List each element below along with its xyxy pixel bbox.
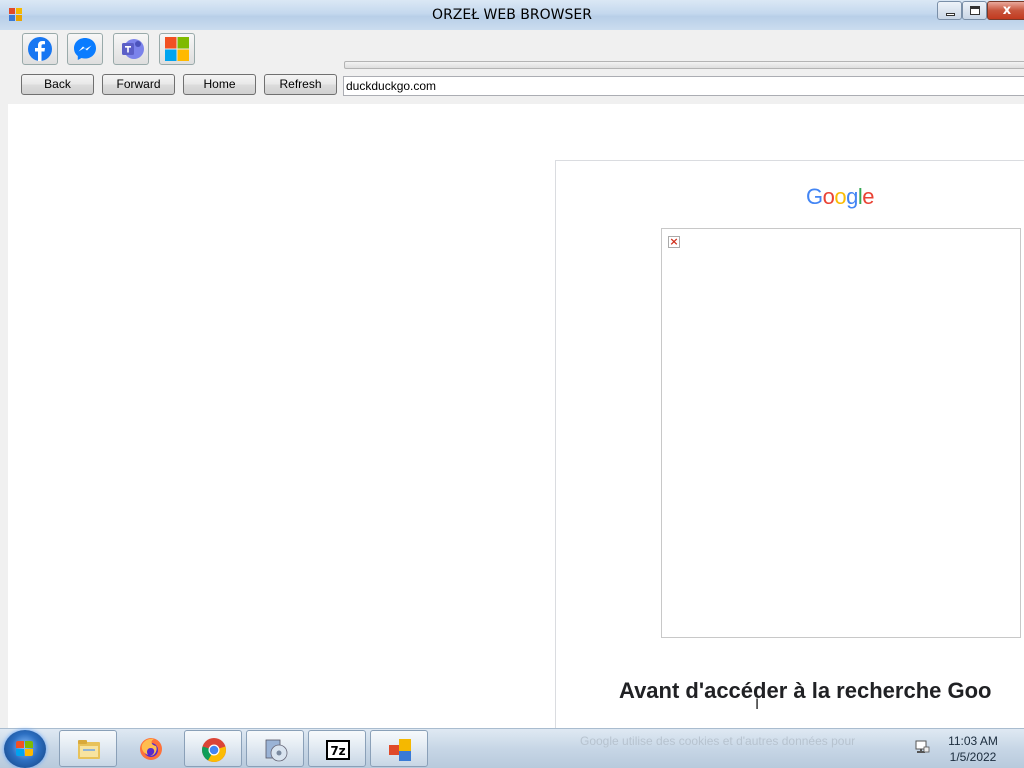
firefox-icon [140, 738, 162, 760]
facebook-icon [28, 37, 52, 61]
logo-letter: o [822, 184, 835, 209]
close-button[interactable]: x [987, 1, 1024, 20]
system-clock[interactable]: 11:03 AM 1/5/2022 [938, 733, 1008, 765]
window-title: ORZEŁ WEB BROWSER [432, 7, 592, 23]
teams-icon [122, 39, 144, 59]
loading-progress-bar [344, 61, 1024, 69]
windows-logo-icon [16, 741, 34, 757]
title-bar[interactable]: ORZEŁ WEB BROWSER x [0, 0, 1024, 30]
faded-background-text: Google utilise des cookies et d'autres d… [580, 734, 856, 748]
taskbar-media-player[interactable] [246, 730, 304, 767]
svg-text:7z: 7z [330, 744, 345, 758]
folder-icon [78, 740, 100, 759]
facebook-button[interactable] [22, 33, 58, 65]
taskbar-7zip[interactable]: 7z [308, 730, 366, 767]
google-logo: Google [806, 184, 875, 210]
broken-image-icon: × [668, 235, 680, 248]
minimize-button[interactable] [937, 1, 962, 20]
teams-button[interactable] [113, 33, 149, 65]
back-button[interactable]: Back [21, 74, 94, 95]
close-icon: x [1002, 3, 1012, 18]
start-button[interactable] [4, 730, 46, 768]
taskbar-chrome[interactable] [184, 730, 242, 767]
logo-letter: o [834, 184, 847, 209]
clock-time: 11:03 AM [948, 734, 998, 748]
messenger-button[interactable] [67, 33, 103, 65]
refresh-button[interactable]: Refresh [264, 74, 337, 95]
browser-window: ORZEŁ WEB BROWSER x Back Forward Home Re… [0, 0, 1024, 728]
home-button[interactable]: Home [183, 74, 256, 95]
taskbar-orzel-browser[interactable] [370, 730, 428, 767]
taskbar-firefox[interactable] [123, 730, 179, 767]
messenger-icon [74, 38, 96, 60]
consent-dialog: Google × Avant d'accéder à la recherche … [555, 160, 1024, 728]
logo-letter: e [862, 184, 875, 209]
orzel-browser-icon [389, 739, 411, 761]
consent-heading: Avant d'accéder à la recherche Goo [619, 678, 992, 703]
microsoft-icon [165, 37, 189, 61]
text-cursor-icon: I [755, 697, 760, 713]
7zip-icon: 7z [326, 740, 350, 760]
network-icon[interactable] [914, 739, 930, 755]
microsoft-button[interactable] [159, 33, 195, 65]
clock-date: 1/5/2022 [949, 750, 997, 764]
minimize-icon [946, 13, 955, 16]
logo-letter: G [806, 184, 823, 209]
maximize-button[interactable] [962, 1, 987, 20]
logo-letter: g [846, 184, 858, 209]
maximize-icon [970, 6, 980, 15]
taskbar: 7z Google utilise des cookies et d'autre… [0, 728, 1024, 768]
address-bar[interactable]: duckduckgo.com [343, 76, 1024, 96]
broken-image-placeholder: × [661, 228, 1021, 638]
chrome-icon [202, 738, 226, 762]
web-content[interactable]: Google × Avant d'accéder à la recherche … [8, 104, 1024, 728]
taskbar-file-explorer[interactable] [59, 730, 117, 767]
forward-button[interactable]: Forward [102, 74, 175, 95]
media-player-icon [265, 739, 288, 762]
